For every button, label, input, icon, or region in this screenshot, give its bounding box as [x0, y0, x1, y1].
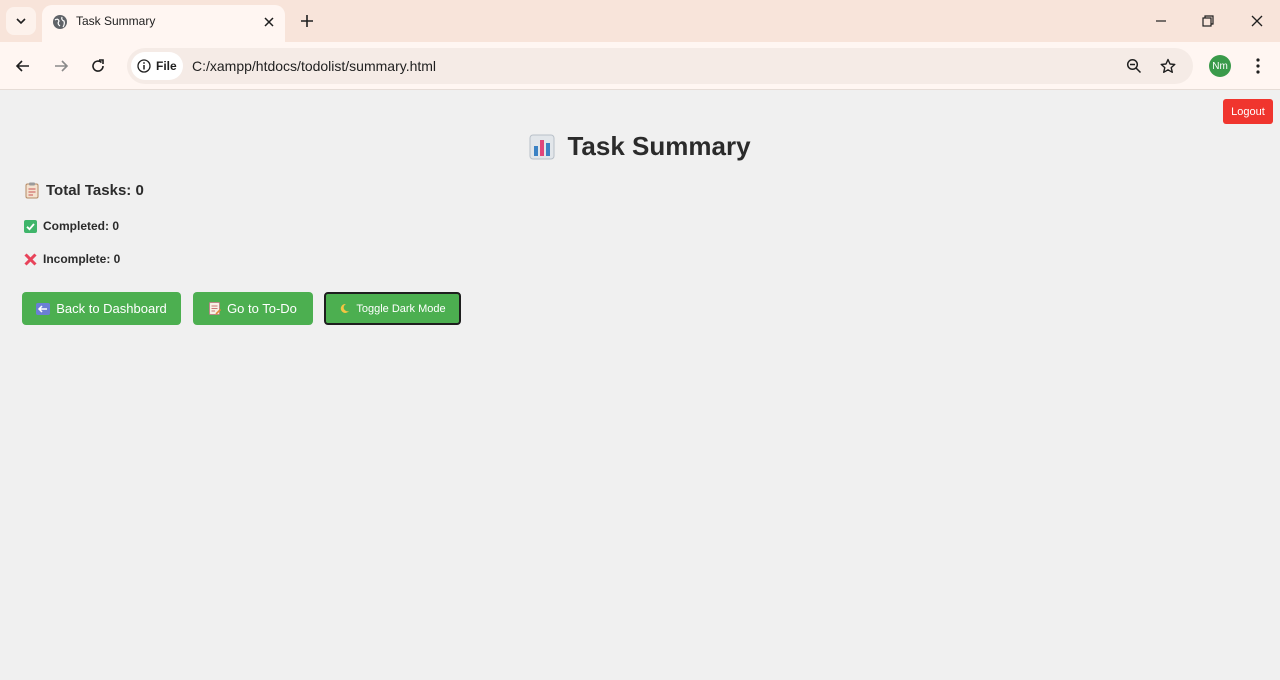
logout-button[interactable]: Logout	[1223, 99, 1273, 124]
clipboard-icon	[25, 182, 39, 199]
arrow-right-icon	[55, 60, 69, 72]
tab-search-button[interactable]	[6, 7, 36, 35]
back-to-dashboard-button[interactable]: Back to Dashboard	[22, 292, 181, 325]
star-icon	[1160, 58, 1176, 73]
arrow-left-icon	[15, 60, 29, 72]
tab-strip: Task Summary	[0, 0, 1280, 42]
globe-icon	[53, 15, 67, 29]
check-mark-icon	[24, 219, 37, 233]
total-tasks-text: Total Tasks: 0	[46, 182, 144, 199]
browser-menu-button[interactable]	[1248, 54, 1268, 78]
bookmark-button[interactable]	[1158, 56, 1178, 76]
url-text[interactable]: C:/xampp/htdocs/todolist/summary.html	[192, 58, 436, 74]
site-info-chip[interactable]: File	[131, 52, 183, 80]
total-tasks-stat: Total Tasks: 0	[24, 182, 144, 199]
page-content: Logout Task Summary Total Tasks: 0 Compl…	[0, 91, 1280, 680]
close-window-button[interactable]	[1245, 10, 1269, 32]
back-to-dashboard-label: Back to Dashboard	[56, 301, 167, 316]
toggle-dark-mode-label: Toggle Dark Mode	[356, 302, 446, 315]
page-header: Task Summary	[0, 131, 1280, 162]
close-icon	[1251, 15, 1263, 27]
forward-button[interactable]	[49, 54, 73, 78]
reload-button[interactable]	[86, 54, 110, 78]
active-tab[interactable]: Task Summary	[42, 5, 285, 42]
zoom-button[interactable]	[1124, 56, 1144, 76]
go-to-todo-button[interactable]: Go to To-Do	[193, 292, 313, 325]
minimize-icon	[1156, 20, 1166, 22]
plus-icon	[301, 15, 313, 27]
browser-toolbar: File C:/xampp/htdocs/todolist/summary.ht…	[0, 42, 1280, 90]
zoom-out-icon	[1126, 58, 1142, 74]
minimize-button[interactable]	[1149, 10, 1173, 32]
profile-avatar[interactable]: Nm	[1209, 55, 1231, 77]
restore-icon	[1202, 15, 1214, 27]
close-icon	[264, 17, 274, 27]
incomplete-stat: Incomplete: 0	[24, 252, 120, 266]
back-button[interactable]	[11, 54, 35, 78]
tab-title: Task Summary	[76, 14, 156, 28]
reload-icon	[92, 59, 104, 72]
page-title: Task Summary	[567, 131, 751, 161]
more-vertical-icon	[1256, 58, 1260, 74]
site-chip-label: File	[156, 59, 177, 73]
completed-text: Completed: 0	[43, 219, 120, 233]
restore-button[interactable]	[1196, 10, 1220, 32]
incomplete-text: Incomplete: 0	[43, 252, 121, 266]
go-to-todo-label: Go to To-Do	[227, 301, 297, 316]
address-bar[interactable]: File C:/xampp/htdocs/todolist/summary.ht…	[127, 48, 1193, 84]
info-icon	[137, 59, 151, 73]
completed-stat: Completed: 0	[24, 219, 119, 233]
back-arrow-icon	[36, 302, 51, 315]
toggle-dark-mode-button[interactable]: Toggle Dark Mode	[324, 292, 461, 325]
new-tab-button[interactable]	[296, 10, 318, 32]
close-tab-button[interactable]	[260, 13, 278, 31]
memo-icon	[209, 302, 222, 315]
cross-mark-icon	[24, 252, 37, 266]
chevron-down-icon	[16, 18, 26, 25]
moon-icon	[341, 303, 350, 313]
bar-chart-icon	[529, 134, 555, 159]
